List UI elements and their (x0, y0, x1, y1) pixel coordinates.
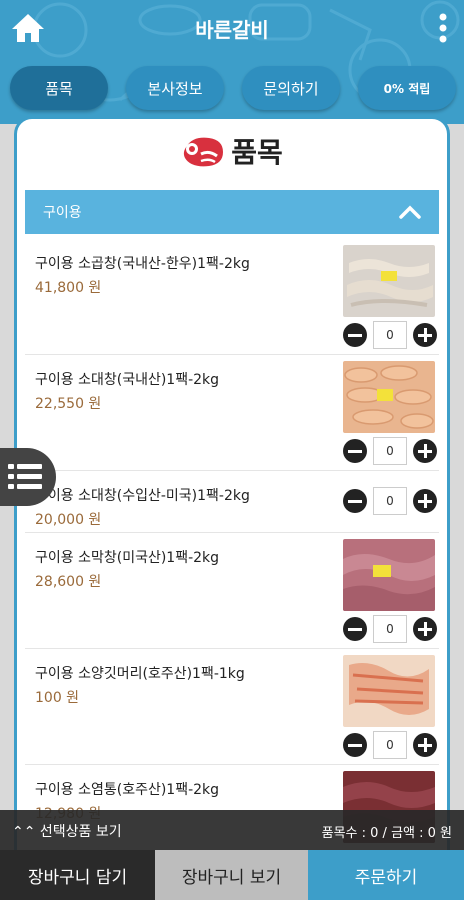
plus-icon[interactable] (413, 439, 437, 463)
minus-icon[interactable] (343, 733, 367, 757)
quantity-input[interactable]: 0 (373, 321, 407, 349)
product-name: 구이용 소염통(호주산)1팩-2kg (35, 782, 220, 798)
minus-icon[interactable] (343, 439, 367, 463)
product-name: 구이용 소대창(국내산)1팩-2kg (35, 372, 220, 388)
product-name: 구이용 소대창(수입산-미국)1팩-2kg (35, 488, 250, 504)
tab-products[interactable]: 품목 (10, 66, 108, 110)
list-icon (8, 464, 42, 489)
minus-icon[interactable] (343, 489, 367, 513)
section-heading: 품목 (17, 131, 447, 171)
chevron-up-icon[interactable] (399, 202, 421, 222)
product-price: 28,600 원 (35, 574, 102, 590)
view-selected-label: 선택상품 보기 (39, 824, 122, 840)
product-price: 22,550 원 (35, 396, 102, 412)
product-row[interactable]: 구이용 소대창(수입산-미국)1팩-2kg 20,000 원 0 (25, 471, 439, 533)
quantity-stepper: 0 (343, 615, 437, 643)
product-price: 41,800 원 (35, 280, 102, 296)
product-row[interactable]: 구이용 소양깃머리(호주산)1팩-1kg 100 원 0 (25, 649, 439, 765)
view-cart-button[interactable]: 장바구니 보기 (155, 850, 308, 900)
plus-icon[interactable] (413, 617, 437, 641)
product-panel: 품목 구이용 구이용 소곱창(국내산-한우)1팩-2kg 41,800 원 0 (14, 116, 450, 900)
view-selected-button[interactable]: ⌃⌃ 선택상품 보기 (12, 821, 122, 841)
side-menu-button[interactable] (0, 448, 56, 506)
quantity-input[interactable]: 0 (373, 615, 407, 643)
quantity-stepper: 0 (343, 437, 437, 465)
quantity-input[interactable]: 0 (373, 487, 407, 515)
product-name: 구이용 소양깃머리(호주산)1팩-1kg (35, 666, 245, 682)
quantity-input[interactable]: 0 (373, 731, 407, 759)
order-button[interactable]: 주문하기 (308, 850, 464, 900)
tab-points[interactable]: 0% 적립 (358, 66, 456, 110)
product-image[interactable] (343, 361, 435, 433)
product-row[interactable]: 구이용 소곱창(국내산-한우)1팩-2kg 41,800 원 0 (25, 239, 439, 355)
quantity-stepper: 0 (343, 487, 437, 515)
cart-status-bar: ⌃⌃ 선택상품 보기 품목수 : 0 / 금액 : 0 원 (0, 810, 464, 850)
product-image[interactable] (343, 245, 435, 317)
quantity-input[interactable]: 0 (373, 437, 407, 465)
tab-inquiry[interactable]: 문의하기 (242, 66, 340, 110)
tab-company-info[interactable]: 본사정보 (126, 66, 224, 110)
bottom-action-bar: 장바구니 담기 장바구니 보기 주문하기 (0, 850, 464, 900)
product-row[interactable]: 구이용 소막창(미국산)1팩-2kg 28,600 원 0 (25, 533, 439, 649)
plus-icon[interactable] (413, 489, 437, 513)
add-to-cart-button[interactable]: 장바구니 담기 (0, 850, 155, 900)
product-price: 20,000 원 (35, 512, 102, 528)
minus-icon[interactable] (343, 323, 367, 347)
meat-icon (184, 137, 224, 167)
category-header[interactable]: 구이용 (25, 190, 439, 234)
cart-summary: 품목수 : 0 / 금액 : 0 원 (321, 826, 452, 841)
category-label: 구이용 (43, 205, 82, 221)
product-image[interactable] (343, 539, 435, 611)
product-price: 100 원 (35, 690, 80, 706)
product-image[interactable] (343, 655, 435, 727)
quantity-stepper: 0 (343, 321, 437, 349)
app-header: 바른갈비 품목 본사정보 문의하기 0% 적립 (0, 0, 464, 124)
plus-icon[interactable] (413, 733, 437, 757)
double-chevron-up-icon: ⌃⌃ (12, 824, 36, 840)
quantity-stepper: 0 (343, 731, 437, 759)
more-vertical-icon[interactable] (436, 12, 450, 44)
tab-bar: 품목 본사정보 문의하기 0% 적립 (0, 66, 464, 112)
app-title: 바른갈비 (195, 18, 269, 42)
section-title: 품목 (231, 136, 283, 169)
plus-icon[interactable] (413, 323, 437, 347)
product-row[interactable]: 구이용 소대창(국내산)1팩-2kg 22,550 원 0 (25, 355, 439, 471)
product-name: 구이용 소막창(미국산)1팩-2kg (35, 550, 220, 566)
minus-icon[interactable] (343, 617, 367, 641)
product-name: 구이용 소곱창(국내산-한우)1팩-2kg (35, 256, 250, 272)
